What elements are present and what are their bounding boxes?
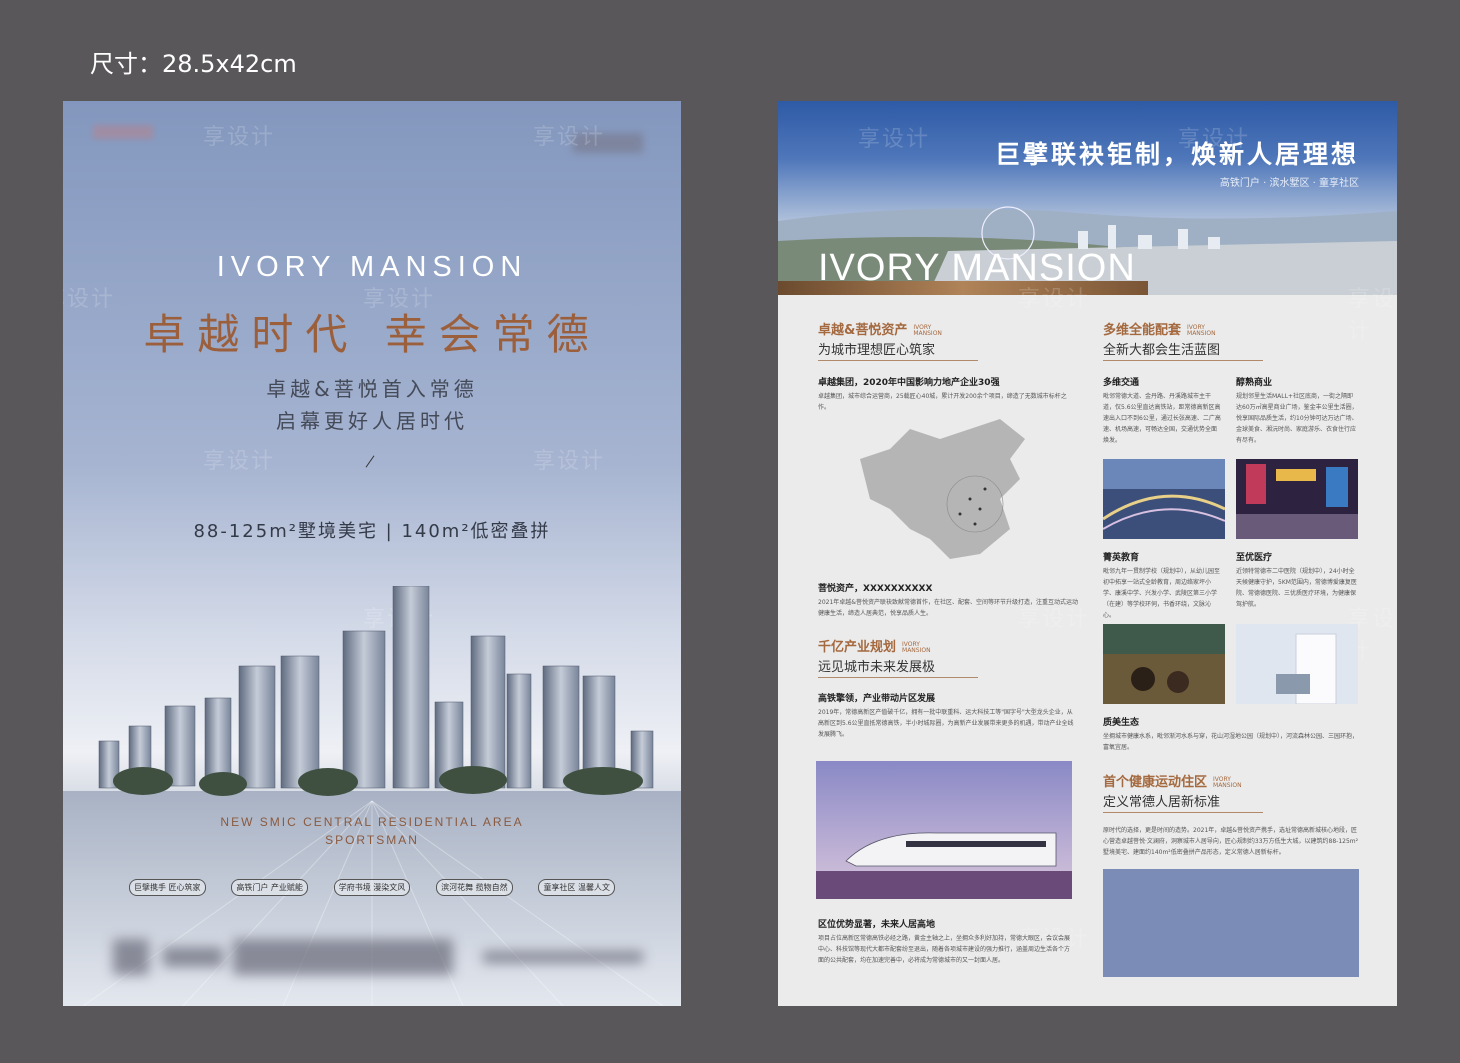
image-placeholder-block (1103, 869, 1359, 977)
watermark: 享设计 (1178, 127, 1251, 152)
paragraph: 2021年卓越&菩悦资产联袂致献常德首作，在社区、配套、空间等环节升级打造，注重… (818, 599, 1078, 617)
banner-title: 巨擘联袂钜制，焕新人居理想 (994, 140, 1359, 169)
section-title: 首个健康运动住区 IVORY MANSION (1103, 771, 1253, 790)
brand-title: IVORY MANSION (216, 251, 528, 283)
paragraph: 毗邻九年一贯制学校（规划中），从幼儿园至初中拓享一站式全龄教育，周边络家坪小学、… (1103, 568, 1221, 619)
paragraph-heading: 高铁擎领，产业带动片区发展 (818, 694, 936, 704)
area-text: 88-125m²墅境美宅 | 140m²低密叠拼 (193, 521, 551, 542)
size-label: 尺寸：28.5x42cm (90, 50, 297, 78)
section-rule (1103, 360, 1263, 361)
left-poster: 享设计 享设计 享设计 享设计 享设计 享设计 享设计 享设计 IVORY MA… (63, 101, 681, 1006)
mini-brand-mark: IVORY MANSION (1213, 775, 1242, 789)
english-line-1: NEW SMIC CENTRAL RESIDENTIAL AREA (220, 815, 524, 829)
feature-tag: 童享社区 温馨人文 (538, 879, 615, 896)
feature-tag: 学府书境 漫染文风 (333, 879, 411, 896)
mini-brand-mark: IVORY MANSION (902, 640, 931, 654)
classroom-photo (1103, 624, 1225, 704)
paragraph-heading: 区位优势显著，未来人居高地 (818, 920, 936, 930)
mini-brand-mark: IVORY MANSION (1187, 323, 1216, 337)
english-line-2: SPORTSMAN (325, 833, 419, 847)
paragraph: 规划邻里生活MALL+社区底商，一街之隔即达60万㎡高星商业广场，鉴金丰公里生活… (1236, 393, 1358, 444)
blurred-logo (93, 125, 153, 139)
subline-1: 卓越&菩悦首入常德 (266, 377, 478, 401)
watermark: 享设计 (203, 125, 276, 150)
paragraph: 卓越集团，城市综合运营商，25载匠心40城，累计开发200余个项目，缔造了无数城… (818, 393, 1067, 411)
headline: 卓越时代 幸会常德 (143, 310, 601, 359)
feature-tag: 巨擘携手 匠心筑家 (129, 879, 206, 896)
paragraph-heading: 卓越集团，2020年中国影响力地产企业30强 (818, 378, 1000, 388)
divider-slash (365, 455, 375, 468)
paragraph-heading: 多维交通 (1103, 378, 1140, 388)
feature-tags: 巨擘携手 匠心筑家 高铁门户 产业赋能 学府书境 漫染文风 滨河花舞 揽物自然 … (129, 879, 615, 896)
train-photo (816, 761, 1072, 899)
section-subtitle: 定义常德人居新标准 (1103, 795, 1221, 810)
subline-2: 启幕更好人居时代 (276, 409, 468, 433)
section-rule (818, 677, 978, 678)
right-poster: 巨擘联袂钜制，焕新人居理想 高铁门户 · 滨水墅区 · 童享社区 IVORY M… (778, 101, 1397, 1006)
section-rule (1103, 812, 1263, 813)
paragraph: 毗邻常德大道、金丹路、丹溪路城市主干道，仅5.6公里直达高铁站，距常德高新区高速… (1103, 393, 1221, 444)
china-map-icon (860, 419, 1025, 559)
watermark: 享设计 (1348, 287, 1397, 344)
paragraph: 2019年，常德高新区产值破千亿，拥有一批中联重科、运大科技工等"国字号"大型龙… (818, 709, 1074, 738)
paragraph-heading: 菁英教育 (1103, 553, 1140, 563)
watermark: 享设计 (533, 449, 606, 474)
watermark: 享设计 (203, 449, 276, 474)
section-title: 卓越&菩悦资产 IVORY MANSION (818, 319, 953, 338)
paragraph: 近领特常德市二中医院（规划中），24小时全天候健康守护，5KM范围内，常德博爱康… (1236, 568, 1357, 608)
section-title: 千亿产业规划 IVORY MANSION (818, 636, 942, 655)
doctor-photo (1236, 624, 1358, 704)
section-subtitle: 为城市理想匠心筑家 (818, 343, 936, 358)
section-subtitle: 全新大都会生活蓝图 (1103, 343, 1221, 358)
section-subtitle: 远见城市未来发展极 (818, 660, 936, 675)
paragraph-heading: 至优医疗 (1236, 553, 1273, 563)
watermark: 享设计 (1018, 287, 1091, 312)
banner-tagline: 高铁门户 · 滨水墅区 · 童享社区 (1219, 178, 1359, 189)
overpass-photo (1103, 459, 1225, 539)
section-rule (818, 360, 978, 361)
shopping-street-photo (1236, 459, 1358, 539)
paragraph-heading: 菩悦资产，XXXXXXXXXX (818, 584, 933, 594)
bronze-strip (778, 281, 1148, 295)
feature-tag: 高铁门户 产业赋能 (231, 879, 308, 896)
watermark: 享设计 (858, 127, 931, 152)
paragraph-heading: 质美生态 (1103, 718, 1140, 728)
watermark: 享设计 (533, 125, 606, 150)
paragraph: 原时代的选择，更是时间的造势。2021年，卓越&菩悦资产携手，选址常德高新城核心… (1103, 827, 1359, 856)
paragraph: 坐拥城市健康水系，毗邻渐河水系与穿，花山河湿地公园（规划中），河流森林公园、三园… (1103, 733, 1359, 751)
paragraph: 项目占位高新区常德高铁必经之路，黄金主轴之上，坐拥众多利好加持，常德大眼区，会议… (818, 935, 1071, 964)
blurred-contact-info (113, 933, 643, 983)
paragraph-heading: 醇熟商业 (1236, 378, 1273, 388)
mini-brand-mark: IVORY MANSION (913, 323, 942, 337)
section-title: 多维全能配套 IVORY MANSION (1103, 319, 1227, 338)
feature-tag: 滨河花舞 揽物自然 (436, 879, 513, 896)
